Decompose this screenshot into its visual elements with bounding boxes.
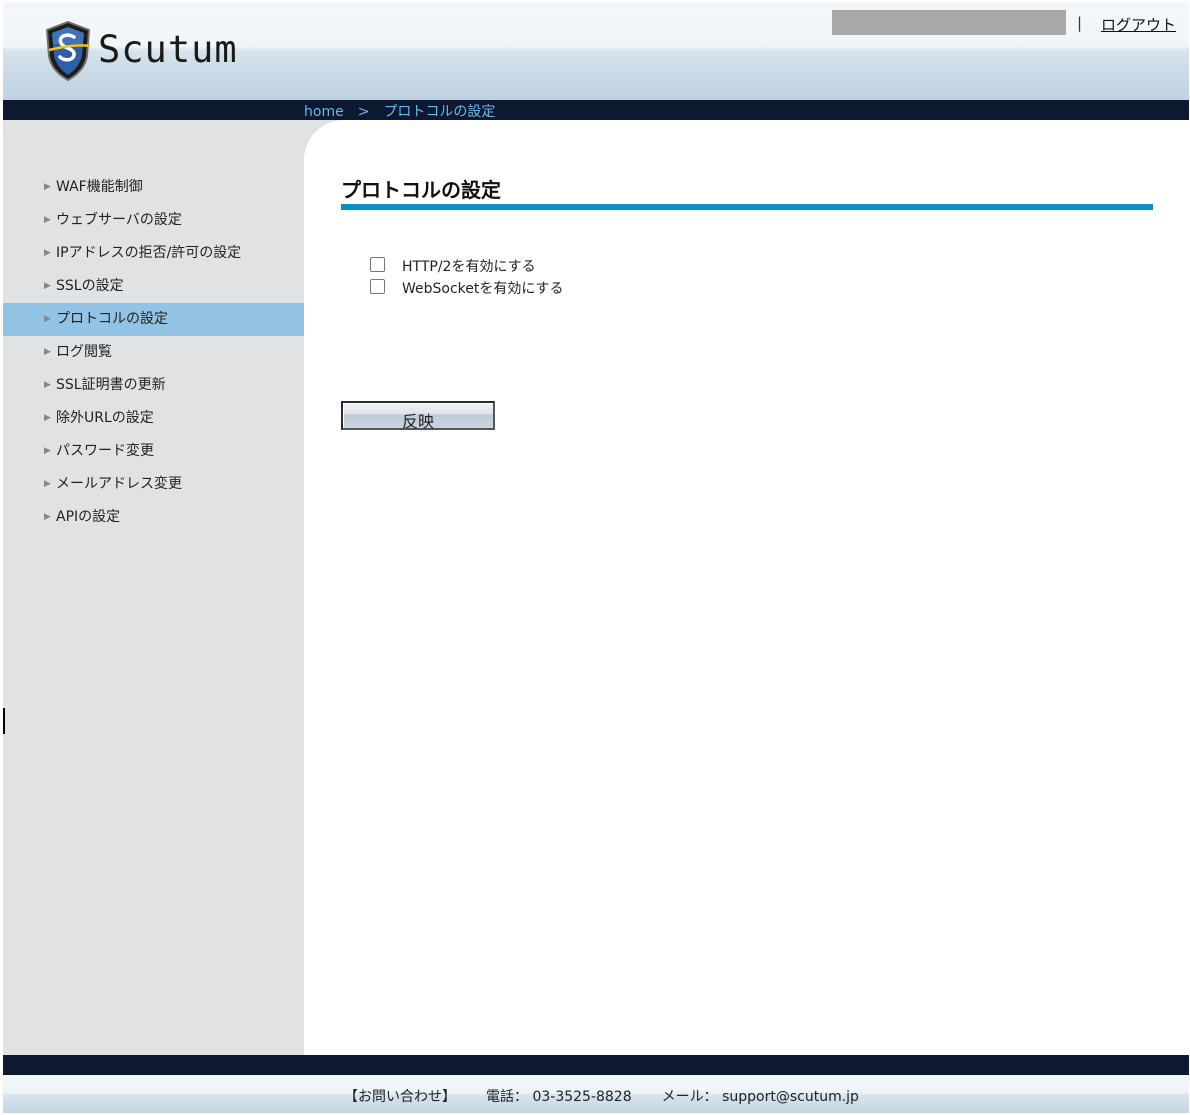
breadcrumb: home > プロトコルの設定 <box>304 101 495 121</box>
sidebar-item-label: パスワード変更 <box>56 443 154 459</box>
footer: 【お問い合わせ】 電話： 03-3525-8828 メール： support@scu… <box>3 1075 1189 1113</box>
breadcrumb-bar: home > プロトコルの設定 <box>3 100 1189 120</box>
http2-label: HTTP/2を有効にする <box>402 259 536 275</box>
contact-mail: メール： support@scutum.jp <box>661 1089 859 1105</box>
triangle-right-icon: ▶ <box>44 182 51 192</box>
sidebar-item-label: IPアドレスの拒否/許可の設定 <box>56 245 242 261</box>
sidebar-item[interactable]: ▶ SSL証明書の更新 <box>3 369 304 402</box>
logo-text: Scutum <box>98 28 238 71</box>
http2-checkbox[interactable] <box>370 257 385 272</box>
logout-link[interactable]: ログアウト <box>1101 14 1176 35</box>
breadcrumb-current: プロトコルの設定 <box>383 104 496 120</box>
sidebar-item-label: SSL証明書の更新 <box>56 377 166 393</box>
sidebar-item-label: APIの設定 <box>56 509 121 525</box>
breadcrumb-separator: > <box>357 104 370 120</box>
sidebar-item-label: WAF機能制御 <box>56 179 143 195</box>
sidebar-item[interactable]: ▶ IPアドレスの拒否/許可の設定 <box>3 237 304 270</box>
account-name-redacted <box>832 10 1066 35</box>
title-underline <box>341 204 1153 210</box>
triangle-right-icon: ▶ <box>44 314 51 324</box>
sidebar-item[interactable]: ▶ ログ閲覧 <box>3 336 304 369</box>
sidebar-item[interactable]: ▶ SSLの設定 <box>3 270 304 303</box>
triangle-right-icon: ▶ <box>44 512 51 522</box>
text-cursor <box>3 708 5 734</box>
sidebar-item[interactable]: ▶ WAF機能制御 <box>3 171 304 204</box>
triangle-right-icon: ▶ <box>44 479 51 489</box>
apply-button[interactable]: 反映 <box>341 401 495 431</box>
contact-phone: 電話： 03-3525-8828 <box>486 1089 632 1105</box>
triangle-right-icon: ▶ <box>44 413 51 423</box>
footer-bar <box>3 1055 1189 1075</box>
contact-label: 【お問い合わせ】 <box>344 1089 456 1105</box>
triangle-right-icon: ▶ <box>44 446 51 456</box>
main-corner-decoration <box>304 120 384 200</box>
sidebar-item-label: プロトコルの設定 <box>56 311 168 327</box>
app-frame: Scutum | ログアウト home > プロトコルの設定 ▶ WAF機能制御 ▶ ウェ… <box>3 2 1189 1113</box>
sidebar-item[interactable]: ▶ APIの設定 <box>3 501 304 534</box>
triangle-right-icon: ▶ <box>44 215 51 225</box>
sidebar-item-label: 除外URLの設定 <box>56 410 154 426</box>
page-title: プロトコルの設定 <box>341 178 501 202</box>
sidebar-item-label: メールアドレス変更 <box>56 476 182 492</box>
sidebar-item[interactable]: ▶ ウェブサーバの設定 <box>3 204 304 237</box>
websocket-checkbox[interactable] <box>370 279 385 294</box>
sidebar: ▶ WAF機能制御 ▶ ウェブサーバの設定 ▶ IPアドレスの拒否/許可の設定 ▶ SSLの設… <box>3 120 304 1055</box>
sidebar-nav: ▶ WAF機能制御 ▶ ウェブサーバの設定 ▶ IPアドレスの拒否/許可の設定 ▶ SSLの設… <box>3 171 304 534</box>
triangle-right-icon: ▶ <box>44 380 51 390</box>
triangle-right-icon: ▶ <box>44 281 51 291</box>
websocket-label: WebSocketを有効にする <box>402 281 564 297</box>
sidebar-item-label: SSLの設定 <box>56 278 124 294</box>
triangle-right-icon: ▶ <box>44 248 51 258</box>
sidebar-item[interactable]: ▶ プロトコルの設定 <box>3 303 304 336</box>
breadcrumb-home-link[interactable]: home <box>304 104 344 120</box>
scutum-logo[interactable]: Scutum <box>43 20 253 82</box>
triangle-right-icon: ▶ <box>44 347 51 357</box>
shield-icon <box>45 20 91 82</box>
sidebar-item-label: ログ閲覧 <box>56 344 112 360</box>
header: Scutum | ログアウト <box>3 2 1189 100</box>
sidebar-item[interactable]: ▶ メールアドレス変更 <box>3 468 304 501</box>
sidebar-item[interactable]: ▶ 除外URLの設定 <box>3 402 304 435</box>
sidebar-item-label: ウェブサーバの設定 <box>56 212 182 228</box>
header-separator: | <box>1077 14 1083 32</box>
sidebar-item[interactable]: ▶ パスワード変更 <box>3 435 304 468</box>
footer-contact: 【お問い合わせ】 電話： 03-3525-8828 メール： support@scu… <box>344 1086 889 1106</box>
